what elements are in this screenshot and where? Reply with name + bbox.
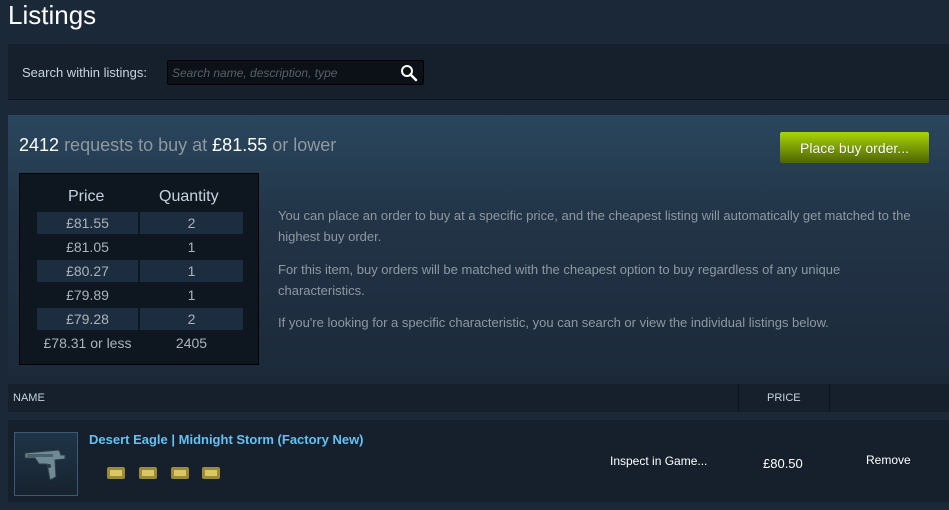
buy-order-info-paragraph: If you're looking for a specific charact… (278, 315, 829, 330)
order-table-row: £80.27 1 (37, 260, 243, 282)
orders-count: 2412 (19, 135, 60, 155)
order-table-row: £81.05 1 (37, 236, 243, 258)
order-price: £80.27 (37, 260, 138, 282)
page-title: Listings (8, 0, 97, 30)
sticker-icon (202, 467, 220, 479)
order-table-quantity-header: Quantity (159, 188, 219, 205)
order-table-row: £79.89 1 (37, 284, 243, 306)
search-box[interactable] (167, 60, 424, 85)
buy-orders-panel: 2412 requests to buy at £81.55 or lower … (8, 115, 949, 377)
column-header-name: NAME (13, 392, 45, 404)
buy-order-table: Price Quantity £81.55 2 £81.05 1 £80.27 … (19, 173, 259, 365)
order-price: £79.28 (37, 308, 138, 330)
sticker-icon (139, 467, 157, 479)
order-table-row: £78.31 or less 2405 (37, 332, 243, 354)
buy-order-info-paragraph: You can place an order to buy at a speci… (278, 208, 911, 244)
order-quantity: 1 (187, 287, 196, 303)
order-table-price-header: Price (68, 188, 105, 205)
orders-summary: 2412 requests to buy at £81.55 or lower (19, 135, 336, 156)
place-buy-order-label: Place buy order... (800, 139, 909, 156)
orders-requests-text: requests to buy at (64, 135, 208, 155)
place-buy-order-button[interactable]: Place buy order... (780, 132, 929, 163)
order-price: £81.05 (66, 239, 109, 255)
search-label: Search within listings: (22, 65, 147, 80)
order-quantity: 2 (140, 308, 243, 330)
column-divider (738, 384, 739, 412)
listing-table-header: NAME PRICE (8, 384, 949, 412)
order-quantity: 1 (140, 260, 243, 282)
order-price: £81.55 (37, 212, 138, 234)
order-quantity: 2405 (175, 335, 208, 351)
order-table-row: £79.28 2 (37, 308, 243, 330)
search-input[interactable] (172, 64, 396, 82)
column-header-price: PRICE (767, 392, 801, 404)
search-bar: Search within listings: (8, 44, 949, 100)
item-thumbnail[interactable] (14, 432, 78, 496)
column-divider (829, 384, 830, 412)
order-table-row: £81.55 2 (37, 212, 243, 234)
order-quantity: 2 (140, 212, 243, 234)
pistol-icon (24, 449, 66, 481)
orders-price: £81.55 (212, 135, 268, 155)
inspect-in-game-link[interactable]: Inspect in Game... (610, 454, 707, 468)
buy-order-info-paragraph: For this item, buy orders will be matche… (278, 262, 841, 298)
listing-price: £80.50 (763, 456, 803, 471)
listing-row: Desert Eagle | Midnight Storm (Factory N… (8, 420, 949, 502)
sticker-icon (107, 467, 125, 479)
sticker-icon (171, 467, 189, 479)
remove-button[interactable]: Remove (866, 453, 911, 467)
orders-lower-text: or lower (272, 135, 337, 155)
search-icon[interactable] (400, 64, 418, 82)
order-quantity: 1 (187, 239, 196, 255)
order-price: £79.89 (66, 287, 109, 303)
item-name-link[interactable]: Desert Eagle | Midnight Storm (Factory N… (89, 432, 364, 447)
order-price: £78.31 or less (43, 335, 132, 351)
